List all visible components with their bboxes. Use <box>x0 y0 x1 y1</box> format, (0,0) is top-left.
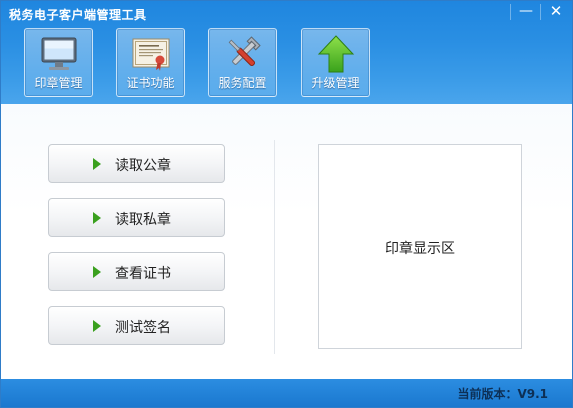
read-private-seal-button[interactable]: 读取私章 <box>48 198 225 237</box>
main-panel: 读取公章 读取私章 查看证书 测试签名 印章显示区 <box>1 104 572 379</box>
title-separator <box>540 4 541 20</box>
toolbar-seal-management[interactable]: 印章管理 <box>24 28 93 97</box>
play-icon <box>93 266 101 278</box>
toolbar-certificate-functions[interactable]: 证书功能 <box>116 28 185 97</box>
toolbar-label: 印章管理 <box>34 76 83 90</box>
read-public-seal-button[interactable]: 读取公章 <box>48 144 225 183</box>
certificate-icon <box>132 38 170 71</box>
toolbar-upgrade-management[interactable]: 升级管理 <box>301 28 370 97</box>
title-separator <box>510 4 511 20</box>
toolbar-label: 证书功能 <box>126 76 175 90</box>
up-arrow-icon <box>317 35 355 73</box>
test-signature-button[interactable]: 测试签名 <box>48 306 225 345</box>
panel-divider <box>274 140 275 354</box>
version-text: 当前版本：V9.1 <box>457 387 548 401</box>
header: 税务电子客户端管理工具 — ✕ 印章管理 证书功能 服务配置 升级管理 <box>1 1 572 104</box>
view-certificate-button[interactable]: 查看证书 <box>48 252 225 291</box>
button-label: 测试签名 <box>115 320 171 336</box>
seal-display-label: 印章显示区 <box>385 241 455 257</box>
tools-icon <box>228 36 261 67</box>
toolbar-service-config[interactable]: 服务配置 <box>208 28 277 97</box>
app-window: 税务电子客户端管理工具 — ✕ 印章管理 证书功能 服务配置 升级管理 读取公章… <box>0 0 573 408</box>
window-title: 税务电子客户端管理工具 <box>9 8 147 22</box>
toolbar-label: 升级管理 <box>311 76 360 90</box>
button-label: 读取私章 <box>115 212 171 228</box>
status-bar: 当前版本：V9.1 <box>1 379 572 407</box>
minimize-button[interactable]: — <box>512 1 540 23</box>
button-label: 查看证书 <box>115 266 171 282</box>
play-icon <box>93 158 101 170</box>
button-label: 读取公章 <box>115 158 171 174</box>
play-icon <box>93 320 101 332</box>
close-button[interactable]: ✕ <box>542 1 570 23</box>
monitor-icon <box>41 37 77 70</box>
play-icon <box>93 212 101 224</box>
seal-display-area: 印章显示区 <box>318 144 522 349</box>
toolbar-label: 服务配置 <box>218 76 267 90</box>
